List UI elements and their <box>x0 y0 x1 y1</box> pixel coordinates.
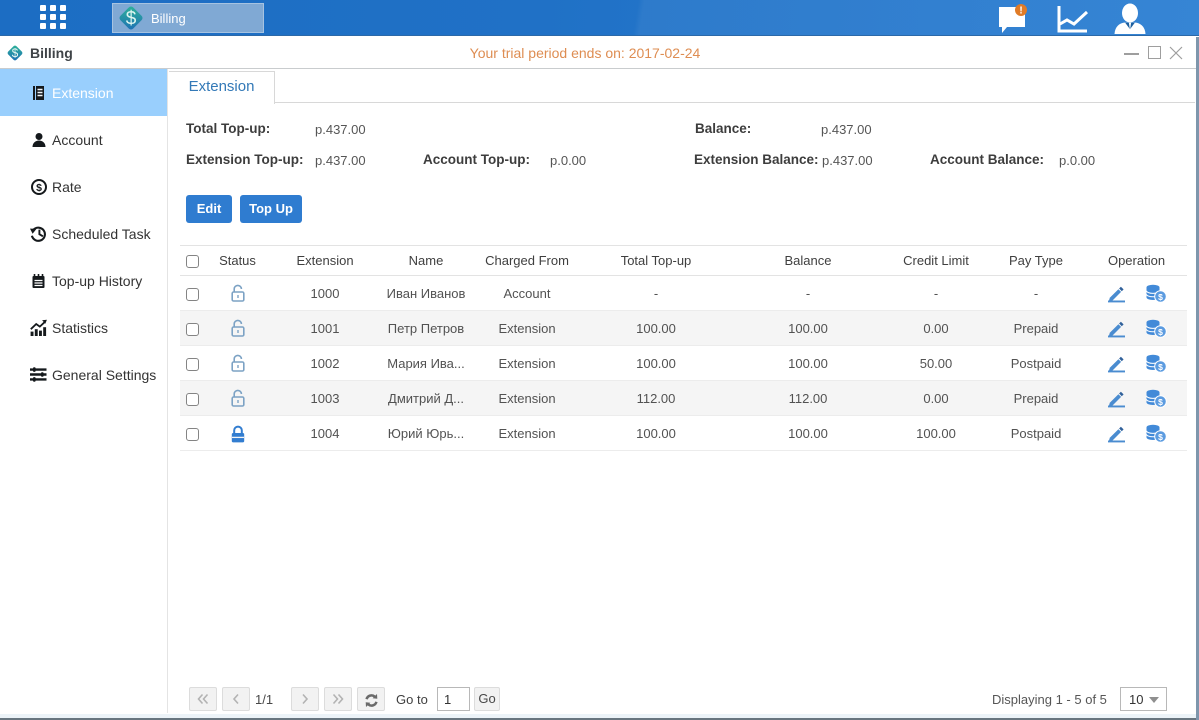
svg-text:!: ! <box>1019 6 1022 17</box>
svg-text:$: $ <box>1158 432 1163 442</box>
svg-text:$: $ <box>126 9 137 30</box>
svg-text:$: $ <box>1158 292 1163 302</box>
svg-text:$: $ <box>1158 327 1163 337</box>
svg-text:$: $ <box>1158 362 1163 372</box>
svg-text:$: $ <box>1158 397 1163 407</box>
svg-text:$: $ <box>36 182 42 194</box>
